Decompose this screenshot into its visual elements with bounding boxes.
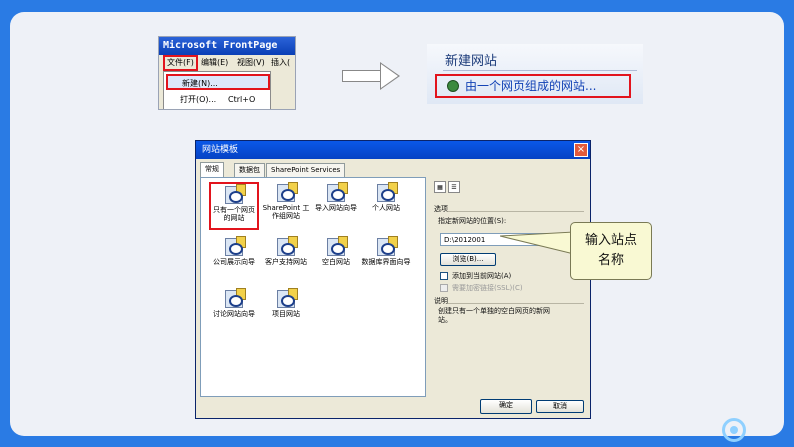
- menu-item-new[interactable]: 新建(N)...: [166, 74, 270, 90]
- location-label: 指定新网站的位置(S):: [438, 217, 507, 225]
- menu-insert[interactable]: 插入(: [271, 55, 290, 71]
- template-discussion[interactable]: 讨论网站向导: [209, 288, 259, 318]
- template-support[interactable]: 客户支持网站: [261, 236, 311, 266]
- template-label: 项目网站: [272, 310, 300, 318]
- template-project[interactable]: 项目网站: [261, 288, 311, 318]
- menu-item-open-label: 打开(O)...: [180, 95, 217, 104]
- template-label: 讨论网站向导: [213, 310, 255, 318]
- single-page-site-link[interactable]: 由一个网页组成的网站...: [435, 74, 631, 98]
- template-empty[interactable]: 空白网站: [311, 236, 361, 266]
- template-database[interactable]: 数据库界面向导: [361, 236, 411, 266]
- template-icon: [277, 288, 298, 308]
- menu-file[interactable]: 文件(F): [163, 55, 198, 71]
- tab-sharepoint[interactable]: SharePoint Services: [266, 163, 346, 177]
- globe-icon: [447, 80, 459, 92]
- options-divider: [448, 211, 584, 212]
- callout-pointer: [500, 231, 575, 255]
- template-icon: [225, 288, 246, 308]
- file-dropdown: 新建(N)... 打开(O)... Ctrl+O: [163, 71, 271, 109]
- template-icon: [277, 236, 298, 256]
- arrow-right-icon: [342, 70, 382, 82]
- add-to-current-label: 添加到当前网站(A): [452, 272, 512, 280]
- description-label: 说明: [434, 297, 448, 305]
- options-panel: ▦ ☰ 选项 指定新网站的位置(S): D:\2012001 浏览(B)... …: [432, 177, 588, 397]
- new-site-header: 新建网站: [445, 54, 498, 69]
- template-label: 公司展示向导: [213, 258, 255, 266]
- template-icon: [327, 236, 348, 256]
- template-icon: [377, 182, 398, 202]
- arrow-head-fill: [381, 64, 398, 88]
- header-divider: [443, 70, 637, 71]
- template-label: SharePoint 工作组网站: [262, 204, 310, 220]
- ssl-label: 需要加密链接(SSL)(C): [452, 284, 523, 292]
- new-site-screenshot: 新建网站 由一个网页组成的网站...: [427, 44, 643, 104]
- menu-item-open-shortcut: Ctrl+O: [228, 95, 256, 104]
- top-band: [0, 0, 794, 12]
- tab-packages[interactable]: 数据包: [234, 163, 265, 177]
- add-to-current-checkbox[interactable]: [440, 272, 448, 280]
- callout-line1: 输入站点: [584, 233, 637, 248]
- callout-line2: 名称: [597, 253, 624, 268]
- decor-dot: [730, 426, 738, 434]
- template-list: 只有一个网页的网站 SharePoint 工作组网站 导入网站向导 个人网站 公…: [200, 177, 426, 397]
- browse-button[interactable]: 浏览(B)...: [440, 253, 496, 266]
- template-label: 空白网站: [322, 258, 350, 266]
- menu-item-open[interactable]: 打开(O)... Ctrl+O: [166, 92, 270, 108]
- template-label: 数据库界面向导: [361, 258, 411, 266]
- template-label: 只有一个网页的网站: [213, 206, 255, 222]
- options-label: 选项: [434, 205, 448, 213]
- menu-edit[interactable]: 编辑(E): [201, 55, 228, 71]
- ssl-checkbox[interactable]: [440, 284, 448, 292]
- template-import-wizard[interactable]: 导入网站向导: [311, 182, 361, 212]
- app-title: Microsoft FrontPage: [159, 37, 295, 55]
- ok-button[interactable]: 确定: [480, 399, 532, 414]
- template-icon: [225, 236, 246, 256]
- template-label: 客户支持网站: [265, 258, 307, 266]
- dialog-title: 网站模板: [196, 141, 590, 159]
- template-icon: [327, 182, 348, 202]
- template-icon: [277, 182, 298, 202]
- tab-general[interactable]: 常规: [200, 162, 224, 178]
- single-page-site-label: 由一个网页组成的网站...: [465, 79, 597, 93]
- template-personal[interactable]: 个人网站: [361, 182, 411, 212]
- template-label: 个人网站: [372, 204, 400, 212]
- large-icons-view-icon[interactable]: ▦: [434, 181, 446, 193]
- template-company[interactable]: 公司展示向导: [209, 236, 259, 266]
- menu-item-new-label: 新建(N)...: [182, 79, 218, 88]
- template-label: 导入网站向导: [315, 204, 357, 212]
- callout-box: 输入站点 名称: [570, 222, 652, 280]
- description-text: 创建只有一个单独的空白网页的新网站。: [438, 307, 550, 324]
- description-divider: [448, 303, 584, 304]
- close-button[interactable]: ×: [574, 143, 588, 157]
- site-template-dialog: 网站模板 × 常规 数据包 SharePoint Services 只有一个网页…: [195, 140, 591, 419]
- details-view-icon[interactable]: ☰: [448, 181, 460, 193]
- template-icon: [225, 184, 246, 204]
- menu-view[interactable]: 视图(V): [237, 55, 265, 71]
- cancel-button[interactable]: 取消: [536, 400, 584, 413]
- menu-screenshot: Microsoft FrontPage 文件(F) 编辑(E) 视图(V) 插入…: [158, 36, 296, 110]
- template-icon: [377, 236, 398, 256]
- template-sharepoint[interactable]: SharePoint 工作组网站: [261, 182, 311, 220]
- menu-bar: 文件(F) 编辑(E) 视图(V) 插入(: [159, 55, 295, 71]
- template-single-page[interactable]: 只有一个网页的网站: [209, 182, 259, 230]
